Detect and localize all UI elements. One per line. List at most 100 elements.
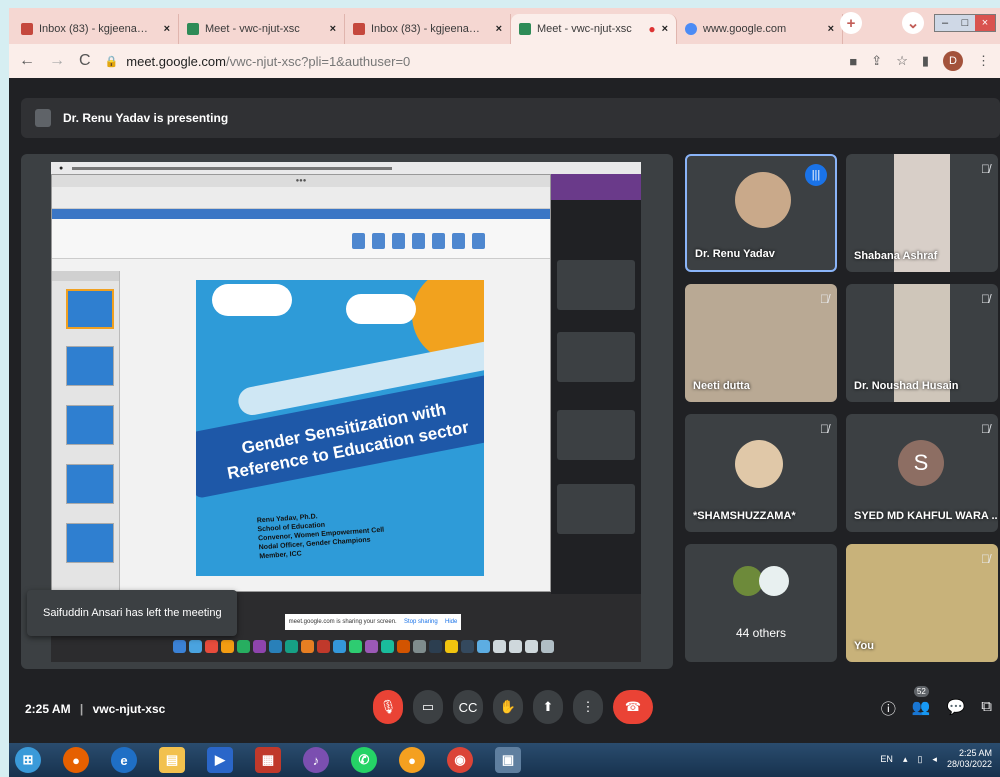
tray-arrow-icon[interactable]: ▴ xyxy=(903,754,908,765)
participant-left-toast: Saifuddin Ansari has left the meeting xyxy=(27,590,237,636)
close-window-button[interactable]: × xyxy=(975,15,995,31)
captions-button[interactable]: CC xyxy=(453,690,483,724)
slide-thumbnail[interactable] xyxy=(66,346,114,386)
tab-google[interactable]: www.google.com × xyxy=(677,14,843,44)
participant-tile-syed[interactable]: S 🎙̸ SYED MD KAHFUL WARA ... xyxy=(846,414,998,532)
tab-inbox-1[interactable]: Inbox (83) - kgjeena@manuu.× xyxy=(13,14,179,44)
minimize-button[interactable]: – xyxy=(935,15,955,31)
tab-meet-1[interactable]: Meet - vwc-njut-xsc × xyxy=(179,14,345,44)
slide-cloud-shape xyxy=(212,284,292,316)
hide-button[interactable]: Hide xyxy=(445,619,457,625)
back-arrow-icon[interactable]: ← xyxy=(19,52,35,70)
stop-sharing-button[interactable]: Stop sharing xyxy=(404,619,438,625)
slide-canvas: Gender Sensitization with Reference to E… xyxy=(196,280,484,576)
participant-initial-avatar: S xyxy=(898,440,944,486)
lock-icon: 🔒 xyxy=(104,55,119,68)
participant-tile-others[interactable]: 44 others xyxy=(685,544,837,662)
windows-taskbar: ⊞ ● e ▤ ▶ ▦ ♪ ✆ ● ◉ ▣ EN ▴ ▯ ◂ 2:25 AM 2… xyxy=(9,743,1000,777)
speaking-indicator-icon: ||| xyxy=(805,164,827,186)
media-icon[interactable]: ▶ xyxy=(207,747,233,773)
app-icon[interactable]: ● xyxy=(399,747,425,773)
people-icon[interactable]: 👥 52 xyxy=(912,686,931,719)
mini-meet-window xyxy=(551,174,641,594)
camera-icon[interactable]: ■ xyxy=(849,54,857,69)
forward-arrow-icon[interactable]: → xyxy=(49,52,65,70)
firefox-icon[interactable]: ● xyxy=(63,747,89,773)
app-icon[interactable]: ▦ xyxy=(255,747,281,773)
mic-toggle-button[interactable]: 🎙 xyxy=(373,690,403,724)
presenting-bar: Dr. Renu Yadav is presenting xyxy=(21,98,1000,138)
present-button[interactable]: ⬆ xyxy=(533,690,563,724)
meet-icon xyxy=(187,23,199,35)
sidepanel-icon[interactable]: ▮ xyxy=(922,53,929,69)
address-bar: ← → C 🔒 meet.google.com/vwc-njut-xsc?pli… xyxy=(9,44,1000,78)
mac-menubar: ● xyxy=(51,162,641,174)
reload-icon[interactable]: C xyxy=(79,52,91,70)
start-button[interactable]: ⊞ xyxy=(15,747,41,773)
tab-search-button[interactable]: ⌄ xyxy=(902,12,924,34)
info-icon[interactable]: ⓘ xyxy=(881,698,896,719)
slide-thumbnail[interactable] xyxy=(66,405,114,445)
profile-avatar[interactable]: D xyxy=(943,51,963,71)
tab-meet-active[interactable]: Meet - vwc-njut-xsc ● × xyxy=(511,14,677,44)
chrome-icon[interactable]: ◉ xyxy=(447,747,473,773)
others-count-label: 44 others xyxy=(735,626,787,640)
ppt-toolbar xyxy=(52,187,550,209)
new-tab-button[interactable]: + xyxy=(840,12,862,34)
mic-off-icon: 🎙̸ xyxy=(820,422,829,436)
close-icon[interactable]: × xyxy=(330,23,336,35)
ie-icon[interactable]: e xyxy=(111,747,137,773)
ribbon-icons xyxy=(352,233,485,249)
leave-call-button[interactable]: ☎ xyxy=(613,690,653,724)
media-player-icon[interactable]: ♪ xyxy=(303,747,329,773)
close-icon[interactable]: × xyxy=(662,23,668,35)
people-count-badge: 52 xyxy=(913,686,929,697)
kebab-menu-icon[interactable]: ⋮ xyxy=(977,53,990,69)
presenter-avatar-icon xyxy=(35,109,51,127)
mic-off-icon: 🎙̸ xyxy=(981,162,990,176)
explorer-icon[interactable]: ▤ xyxy=(159,747,185,773)
participant-tile-self[interactable]: 🎙̸ You xyxy=(846,544,998,662)
participant-tile-noushad[interactable]: 🎙̸ Dr. Noushad Husain xyxy=(846,284,998,402)
participant-tile-neeti[interactable]: 🎙̸ Neeti dutta xyxy=(685,284,837,402)
close-icon[interactable]: × xyxy=(828,23,834,35)
participant-tile-shamshuzzama[interactable]: 🎙̸ *SHAMSHUZZAMA* xyxy=(685,414,837,532)
maximize-button[interactable]: □ xyxy=(955,15,975,31)
bookmark-star-icon[interactable]: ☆ xyxy=(896,53,908,69)
ppt-ribbon xyxy=(52,219,550,259)
screen-share-banner: meet.google.com is sharing your screen. … xyxy=(285,614,461,630)
system-clock[interactable]: 2:25 AM 28/03/2022 xyxy=(947,748,992,770)
gmail-icon xyxy=(353,23,365,35)
participant-photo xyxy=(759,566,789,596)
mic-off-icon: 🎙̸ xyxy=(981,552,990,566)
system-tray: EN ▴ ▯ ◂ 2:25 AM 28/03/2022 xyxy=(880,748,992,770)
tab-inbox-2[interactable]: Inbox (83) - kgjeena@manuu.× xyxy=(345,14,511,44)
chat-icon[interactable]: 💬 xyxy=(947,698,966,719)
volume-icon[interactable]: ◂ xyxy=(932,754,937,765)
camera-toggle-button[interactable]: ▭ xyxy=(413,690,443,724)
battery-icon[interactable]: ▯ xyxy=(917,754,922,765)
participant-tile-renu[interactable]: ||| Dr. Renu Yadav xyxy=(685,154,837,272)
whatsapp-icon[interactable]: ✆ xyxy=(351,747,377,773)
thumbnail-tabs xyxy=(52,271,119,281)
mini-tile xyxy=(557,260,635,310)
app-icon[interactable]: ▣ xyxy=(495,747,521,773)
presenter-desktop: ● ●●● Gender Sensitization with Referenc… xyxy=(51,162,641,662)
close-icon[interactable]: × xyxy=(164,23,170,35)
more-options-button[interactable]: ⋮ xyxy=(573,690,603,724)
close-icon[interactable]: × xyxy=(496,23,502,35)
slide-thumbnail[interactable] xyxy=(66,464,114,504)
meeting-info: 2:25 AM | vwc-njut-xsc xyxy=(25,702,166,716)
raise-hand-button[interactable]: ✋ xyxy=(493,690,523,724)
slide-thumbnail[interactable] xyxy=(66,523,114,563)
activities-icon[interactable]: ⧉ xyxy=(981,698,992,719)
share-icon[interactable]: ⇪ xyxy=(871,53,882,69)
side-controls: ⓘ 👥 52 💬 ⧉ xyxy=(881,686,992,719)
tab-tools: + ⌄ – □ × xyxy=(840,12,996,34)
mini-tile xyxy=(557,484,635,534)
url-field[interactable]: 🔒 meet.google.com/vwc-njut-xsc?pli=1&aut… xyxy=(105,54,836,69)
participant-photo xyxy=(735,440,783,488)
slide-thumbnail[interactable] xyxy=(66,289,114,329)
mic-off-icon: 🎙̸ xyxy=(981,292,990,306)
participant-tile-shabana[interactable]: 🎙̸ Shabana Ashraf xyxy=(846,154,998,272)
